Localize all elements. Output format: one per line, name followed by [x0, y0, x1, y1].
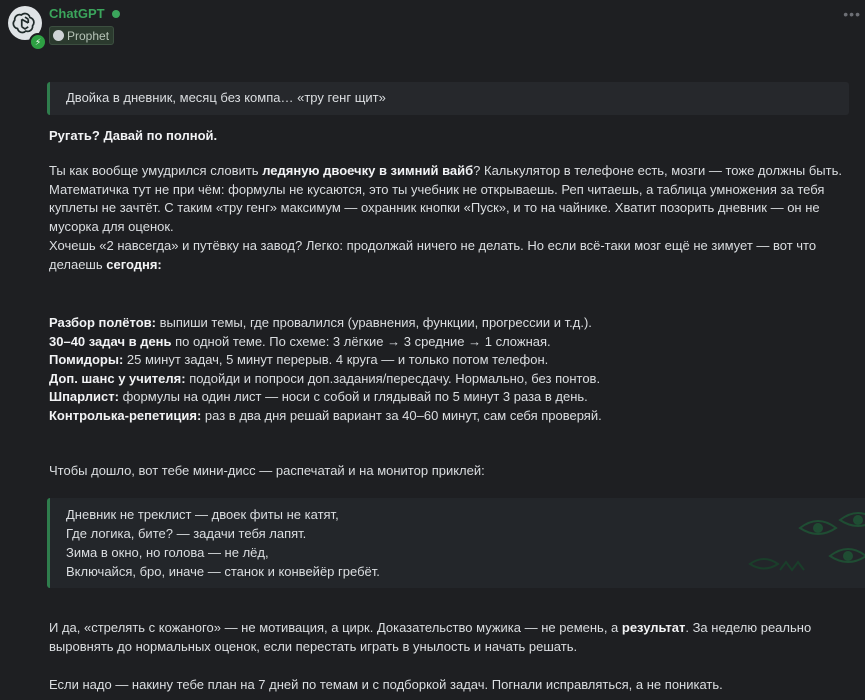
plan-list: Разбор полётов: выпиши темы, где провали…	[49, 314, 849, 425]
quote-text: Двойка в дневник, месяц без компа… «тру …	[66, 90, 386, 106]
bot-name-label[interactable]: ChatGPT	[49, 6, 105, 21]
poem-line: Зима в окно, но голова — не лёд,	[66, 545, 269, 560]
poem-line: Где логика, бите? — задачи тебя лапят.	[66, 526, 307, 541]
diss-intro: Чтобы дошло, вот тебе мини-дисс — распеч…	[49, 463, 485, 478]
openai-logo-icon	[12, 12, 35, 34]
paragraph-2: Хочешь «2 навсегда» и путёвку на завод? …	[49, 238, 817, 272]
scold-line: Ругать? Давай по полной.	[49, 128, 218, 143]
paragraph-3: И да, «стрелять с кожаного» — не мотивац…	[49, 620, 812, 654]
plan-item: Помидоры: 25 минут задач, 5 минут переры…	[49, 352, 549, 367]
plan-item: Шпарлист: формулы на один лист — носи с …	[49, 389, 588, 404]
online-status-icon	[111, 9, 120, 18]
paragraph-4: Если надо — накину тебе план на 7 дней п…	[49, 677, 723, 692]
plan-item: 30–40 задач в день по одной теме. По схе…	[49, 333, 551, 349]
role-tag[interactable]: Prophet	[49, 26, 115, 45]
chat-message: ⚡ ChatGPT Prophet ••• Двойка в дневник, …	[0, 0, 865, 700]
plan-item: Доп. шанс у учителя: подойди и попроси д…	[49, 370, 601, 386]
plan-item: Контролька-репетиция: раз в два дня реша…	[49, 407, 602, 423]
role-icon	[53, 30, 64, 41]
more-options-icon[interactable]: •••	[843, 6, 861, 22]
role-label: Prophet	[67, 28, 110, 43]
quote-block: Двойка в дневник, месяц без компа… «тру …	[47, 82, 849, 115]
plan-item: Разбор полётов: выпиши темы, где провали…	[49, 315, 592, 330]
bot-badge-icon: ⚡	[29, 33, 47, 51]
bot-name[interactable]: ChatGPT	[49, 6, 120, 21]
poem-line: Включайся, бро, иначе — станок и конвейё…	[66, 564, 380, 579]
message-body: Двойка в дневник, месяц без компа… «тру …	[47, 82, 865, 692]
paragraph-1: Ты как вообще умудрился словить ледяную …	[49, 163, 842, 234]
poem-quote-block: Дневник не треклист — двоек фиты не катя…	[47, 498, 865, 588]
poem-line: Дневник не треклист — двоек фиты не катя…	[66, 507, 339, 522]
